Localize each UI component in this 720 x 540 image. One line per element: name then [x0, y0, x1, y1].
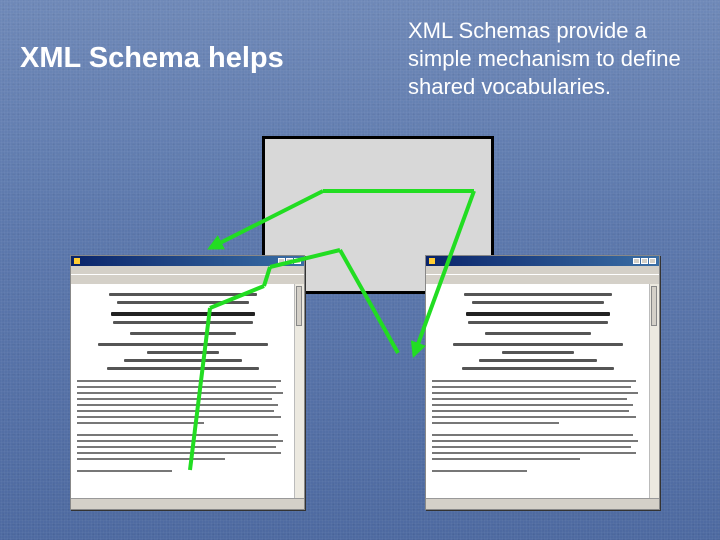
close-icon — [649, 258, 656, 264]
minimize-icon — [633, 258, 640, 264]
window-titlebar — [71, 256, 304, 266]
window-statusbar — [426, 498, 659, 509]
minimize-icon — [278, 258, 285, 264]
window-menubar — [426, 266, 659, 274]
window-statusbar — [71, 498, 304, 509]
browser-window-left — [70, 255, 305, 510]
window-titlebar — [426, 256, 659, 266]
window-menubar — [71, 266, 304, 274]
maximize-icon — [286, 258, 293, 264]
window-scrollbar — [649, 284, 659, 499]
window-content — [426, 284, 650, 499]
browser-window-icon — [429, 258, 435, 264]
close-icon — [294, 258, 301, 264]
browser-window-right — [425, 255, 660, 510]
window-scrollbar — [294, 284, 304, 499]
slide-description: XML Schemas provide a simple mechanism t… — [408, 18, 681, 99]
maximize-icon — [641, 258, 648, 264]
window-content — [71, 284, 295, 499]
slide-title: XML Schema helps — [20, 42, 284, 74]
browser-window-icon — [74, 258, 80, 264]
